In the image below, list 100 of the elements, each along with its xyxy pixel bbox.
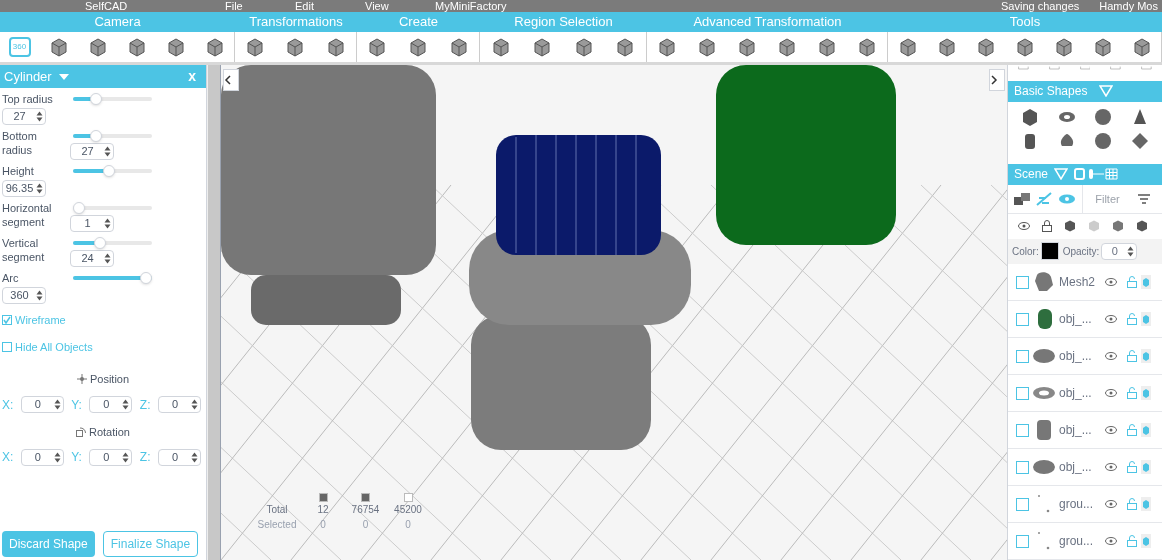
- number-field[interactable]: 0: [157, 448, 201, 466]
- cube-icon: [1141, 349, 1151, 363]
- check-icon: [3, 316, 11, 325]
- cube-icon: [1136, 220, 1148, 233]
- number-field[interactable]: 96.35: [2, 180, 46, 197]
- checkbox[interactable]: [1016, 460, 1029, 474]
- axis-label: Y:: [71, 449, 82, 466]
- number-field[interactable]: 0: [89, 448, 133, 466]
- eye-icon: [1105, 463, 1117, 471]
- slider-track[interactable]: [73, 272, 152, 284]
- filter-field[interactable]: Filter: [1082, 184, 1132, 213]
- slider-track[interactable]: [73, 165, 152, 177]
- slider-thumb[interactable]: [73, 202, 85, 214]
- object-name: obj_...: [1059, 385, 1093, 402]
- unlock-icon: [1127, 461, 1137, 473]
- eye-icon: [1105, 537, 1117, 545]
- edges-icon: [403, 493, 413, 502]
- param-label: Bottom radius: [2, 129, 38, 157]
- number-field[interactable]: 360: [2, 287, 46, 304]
- menu-item[interactable]: MyMiniFactory: [435, 1, 505, 12]
- slider-thumb[interactable]: [140, 272, 152, 284]
- toolbar-category: Transformations: [248, 13, 344, 32]
- scene-item[interactable]: obj_...: [1008, 301, 1162, 338]
- checkbox[interactable]: [1016, 386, 1029, 400]
- cube-icon: [1088, 220, 1100, 233]
- stats-value: 76754: [351, 503, 380, 517]
- object-name: obj_...: [1059, 311, 1093, 328]
- opacity-label: Opacity:: [1062, 245, 1100, 259]
- chevron-left-icon: [224, 75, 232, 85]
- checkbox[interactable]: [1016, 497, 1029, 511]
- param-label: Top radius: [2, 92, 54, 106]
- objects-icon: [1014, 192, 1030, 205]
- unlock-icon: [1127, 313, 1137, 325]
- tool-icon[interactable]: [736, 36, 758, 58]
- stats-value: 0: [320, 518, 326, 532]
- status-text: Saving changes: [1001, 1, 1080, 12]
- slider-track[interactable]: [73, 130, 152, 142]
- scene-item[interactable]: obj_...: [1008, 449, 1162, 486]
- slider-thumb[interactable]: [89, 130, 102, 142]
- scene-item[interactable]: obj_...: [1008, 338, 1162, 375]
- number-field[interactable]: 0: [20, 396, 64, 413]
- color-swatch[interactable]: [1040, 242, 1059, 261]
- checkbox[interactable]: [1016, 423, 1029, 437]
- menu-item[interactable]: View: [365, 1, 435, 12]
- scene-item[interactable]: Mesh2: [1008, 264, 1162, 301]
- slider-thumb[interactable]: [103, 165, 116, 177]
- checkbox[interactable]: [2, 315, 12, 326]
- menu-item[interactable]: File: [225, 1, 295, 12]
- section-title: Basic Shapes: [1014, 83, 1088, 101]
- spinner-icon: [36, 183, 43, 194]
- checkbox[interactable]: [1016, 534, 1029, 548]
- spinner-icon: [122, 399, 130, 410]
- unlock-icon: [1127, 387, 1137, 399]
- unlock-icon: [1127, 535, 1137, 547]
- toolbar-category: Tools: [1008, 13, 1042, 32]
- number-field[interactable]: 27: [2, 108, 46, 125]
- checkbox[interactable]: [1016, 275, 1029, 289]
- slider-track[interactable]: [73, 202, 152, 214]
- checkbox-label: Hide All Objects: [15, 339, 93, 355]
- eye-icon: [1105, 500, 1117, 508]
- axis-label: X:: [2, 449, 14, 466]
- app-logo[interactable]: SelfCAD: [85, 1, 225, 12]
- collapse-right-button[interactable]: [989, 69, 1005, 91]
- collapse-left-button[interactable]: [223, 69, 239, 91]
- scene-item[interactable]: grou...: [1008, 486, 1162, 523]
- checkbox[interactable]: [1016, 312, 1029, 326]
- object-name: grou...: [1059, 533, 1095, 550]
- spinner-icon: [1127, 246, 1135, 257]
- spinner-icon: [53, 399, 61, 410]
- tool-icon[interactable]: [696, 36, 718, 58]
- number-field[interactable]: 0: [89, 396, 133, 413]
- cube-icon: [1141, 275, 1151, 289]
- tool-icon[interactable]: [816, 36, 838, 58]
- user-name[interactable]: Hamdy Mos: [1099, 1, 1158, 12]
- number-field[interactable]: 0: [157, 396, 201, 413]
- spinner-icon: [190, 399, 198, 410]
- scrollbar[interactable]: [207, 65, 220, 560]
- slider-thumb[interactable]: [94, 237, 107, 249]
- slider-thumb[interactable]: [89, 93, 102, 105]
- number-field[interactable]: 24: [70, 250, 114, 267]
- tool-icon[interactable]: [856, 36, 878, 58]
- tool-icon[interactable]: [776, 36, 798, 58]
- scene-item[interactable]: grou...: [1008, 523, 1162, 560]
- number-field[interactable]: 1: [70, 215, 114, 232]
- scene-item[interactable]: obj_...: [1008, 375, 1162, 412]
- scene-item[interactable]: obj_...: [1008, 412, 1162, 449]
- checkbox[interactable]: [2, 341, 12, 352]
- checkbox[interactable]: [1016, 349, 1029, 363]
- stats-value: 12: [317, 503, 329, 517]
- param-label: Vertical segment: [2, 236, 46, 264]
- tool-icon[interactable]: [407, 36, 429, 58]
- slider-track[interactable]: [73, 237, 152, 249]
- slider-track[interactable]: [73, 93, 152, 105]
- number-field[interactable]: 0: [1101, 243, 1138, 260]
- tool-icon[interactable]: [656, 36, 678, 58]
- number-field[interactable]: 27: [70, 143, 114, 160]
- number-field[interactable]: 0: [20, 448, 64, 466]
- menu-item[interactable]: Edit: [295, 1, 365, 12]
- section-title: Rotation: [89, 424, 130, 440]
- object-thumbnail-icon: [1033, 271, 1055, 293]
